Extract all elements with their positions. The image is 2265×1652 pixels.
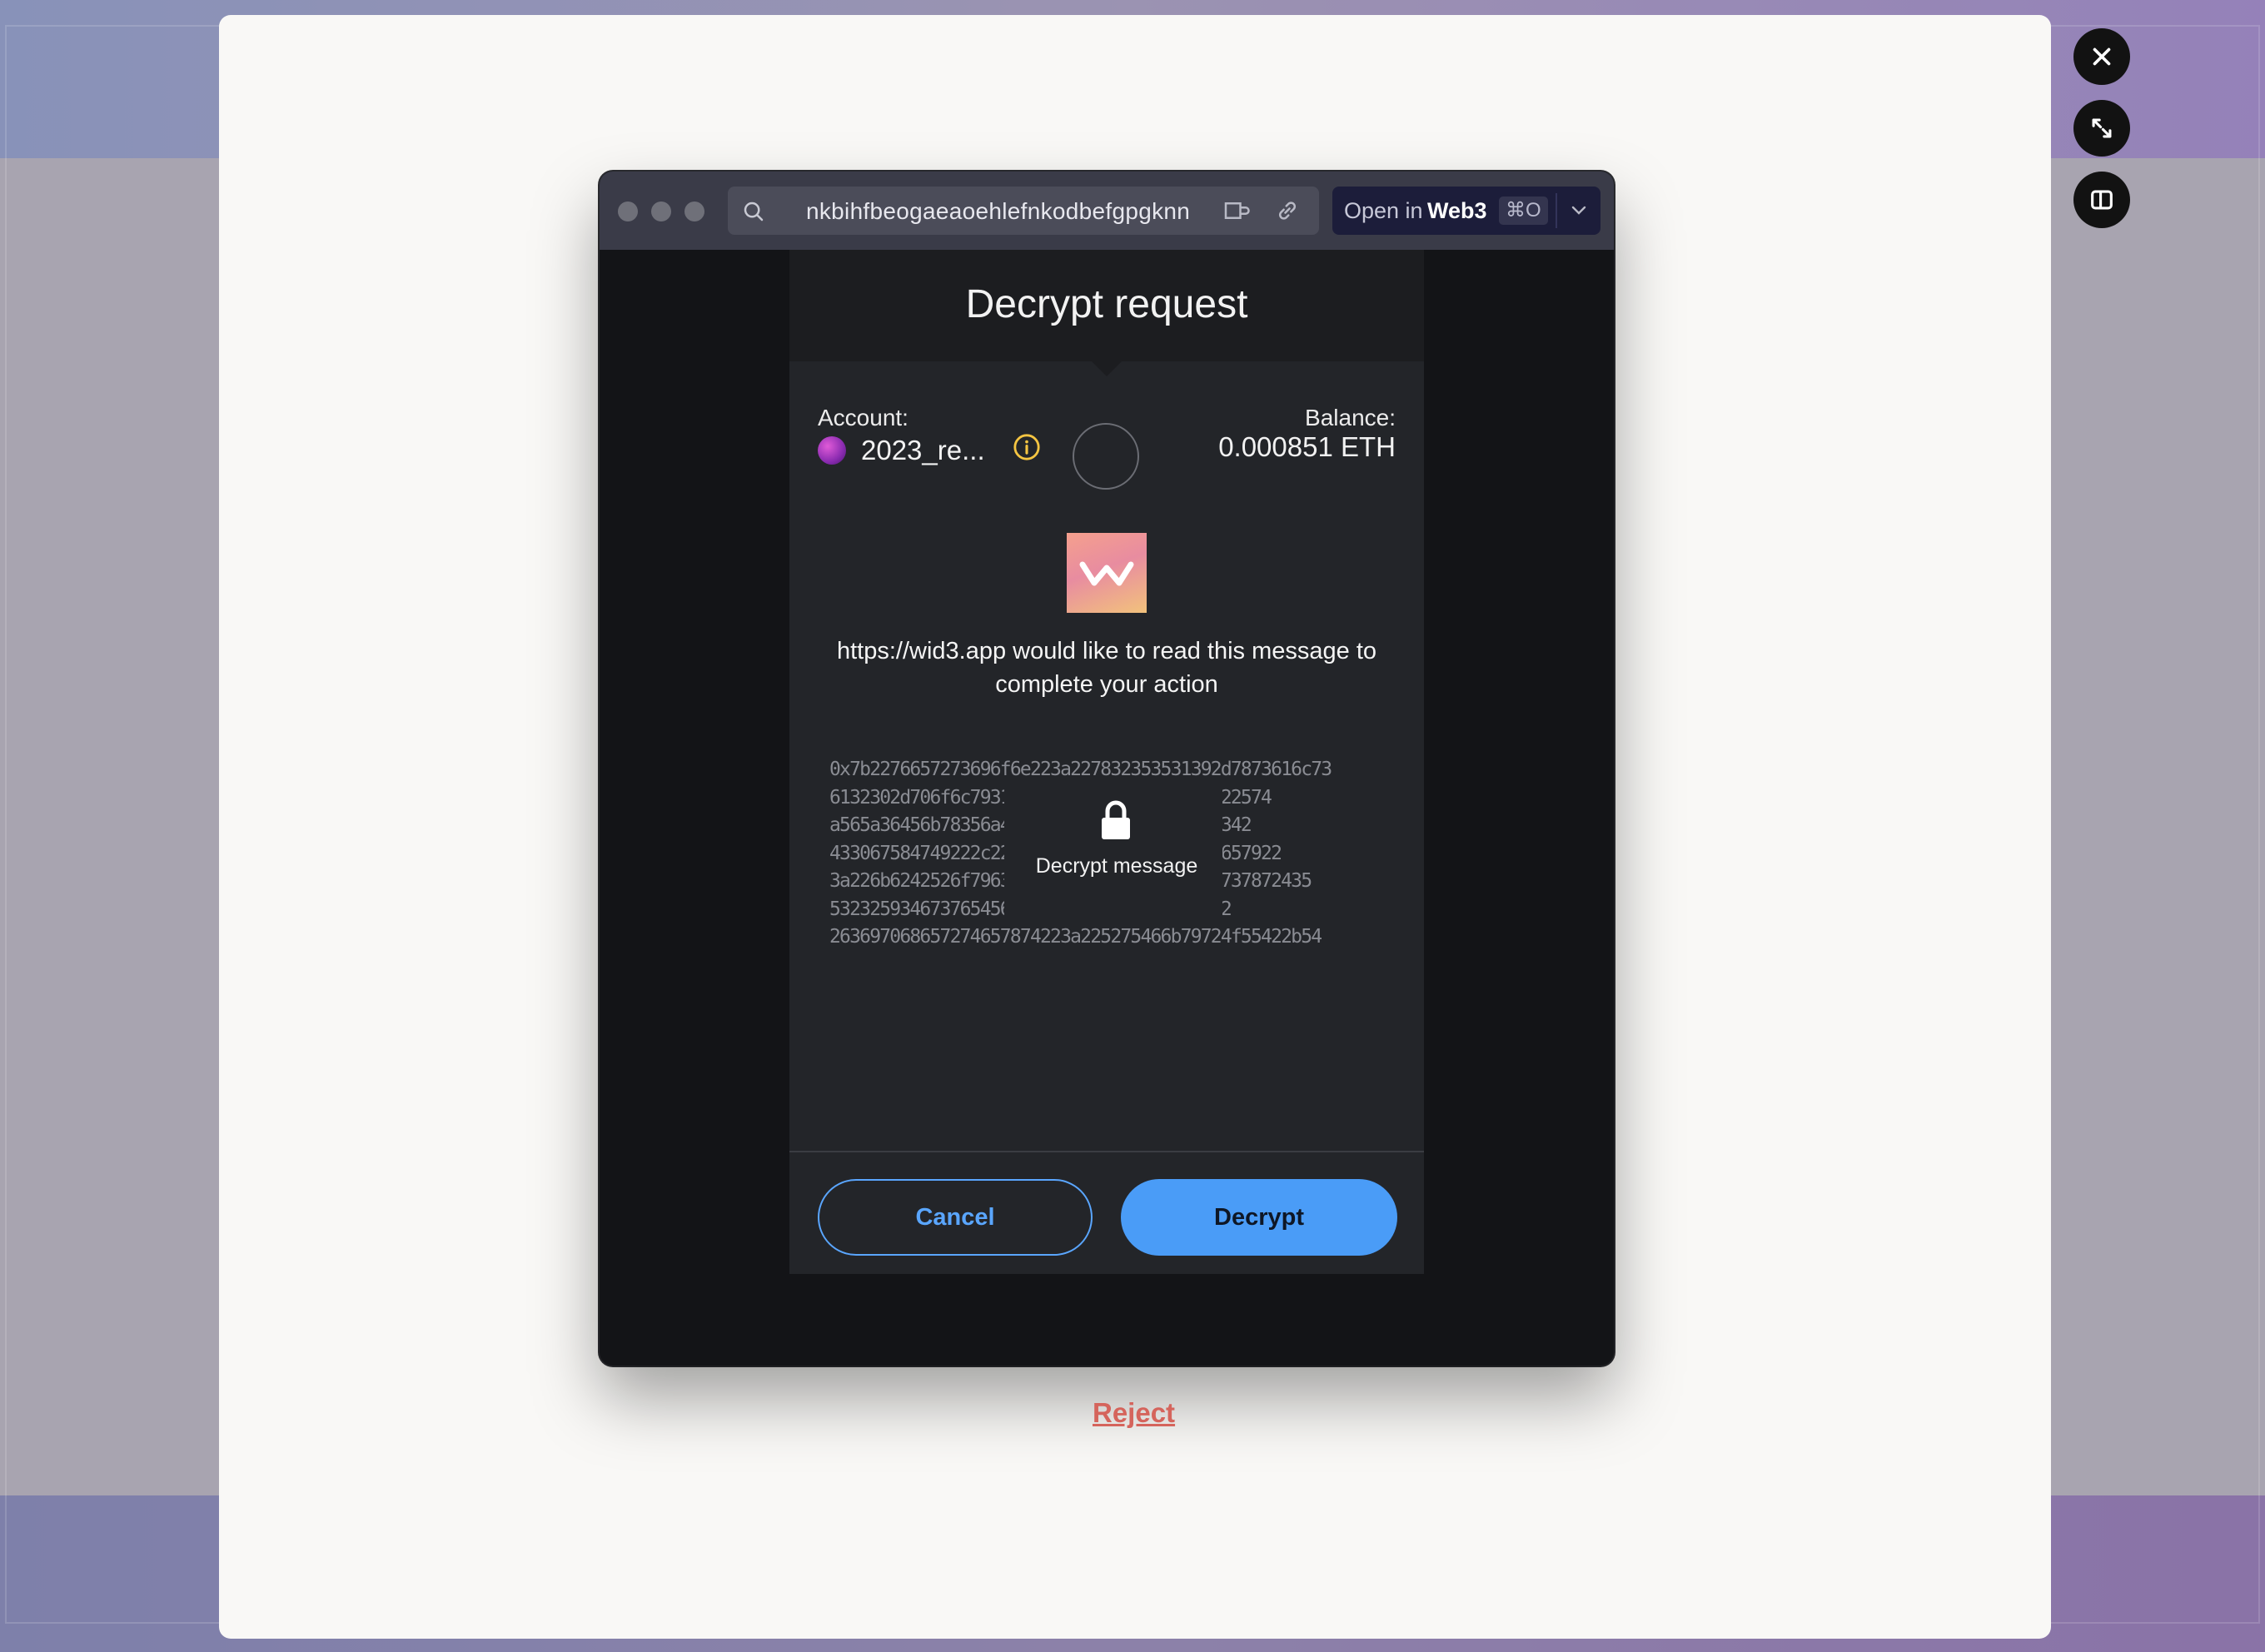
account-label: Account: (818, 405, 908, 430)
request-description: https://wid3.app would like to read this… (836, 638, 1377, 698)
close-button[interactable] (2073, 28, 2130, 85)
account-name: 2023_re... (861, 435, 985, 465)
split-view-button[interactable] (2073, 172, 2130, 228)
extension-icon[interactable] (1222, 198, 1254, 223)
info-icon[interactable] (1013, 433, 1041, 461)
balance-value: 0.000851 ETH (1218, 431, 1396, 462)
decrypt-message-button[interactable]: Decrypt message (979, 854, 1254, 878)
split-view-icon (2091, 190, 2113, 210)
window-minimize-dot[interactable] (651, 202, 671, 221)
balance-label: Balance: (1305, 405, 1396, 430)
account-avatar (818, 436, 846, 465)
open-in-divider (1556, 193, 1557, 228)
address-text: nkbihfbeogaeaoehlefnkodbefgpgknn (806, 198, 1191, 224)
window-titlebar: nkbihfbeogaeaoehlefnkodbefgpgknn Open in… (600, 172, 1614, 250)
close-icon (2093, 47, 2111, 66)
open-in-target: Web3 (1427, 198, 1487, 223)
cancel-button[interactable]: Cancel (818, 1179, 1093, 1256)
expand-button[interactable] (2073, 100, 2130, 157)
dialog-header: Decrypt request (789, 250, 1424, 361)
wid3-logo-icon (1079, 561, 1134, 586)
lock-icon[interactable] (1098, 799, 1134, 841)
reject-link[interactable]: Reject (1093, 1397, 1175, 1429)
decrypt-dialog: Decrypt request Account: 2023_re... Bala… (789, 250, 1424, 1274)
expand-icon (2092, 118, 2112, 138)
encrypted-line: 263697068657274657874223a225275466b79724… (829, 926, 1322, 948)
address-bar[interactable]: nkbihfbeogaeaoehlefnkodbefgpgknn (728, 187, 1319, 235)
window-zoom-dot[interactable] (684, 202, 704, 221)
chevron-down-icon[interactable] (1569, 203, 1589, 218)
extension-window: nkbihfbeogaeaoehlefnkodbefgpgknn Open in… (600, 172, 1614, 1366)
open-in-web3-button[interactable]: Open in Web3 ⌘O (1332, 187, 1600, 235)
origin-indicator (1073, 423, 1139, 490)
footer-divider (789, 1151, 1424, 1152)
window-close-dot[interactable] (618, 202, 638, 221)
site-logo (1067, 533, 1147, 613)
encrypted-line: 0x7b2276657273696f6e223a227832353531392d… (829, 759, 1332, 780)
header-notch (1090, 360, 1123, 376)
open-in-label: Open in (1344, 198, 1423, 223)
decrypt-button[interactable]: Decrypt (1121, 1179, 1397, 1256)
dialog-title: Decrypt request (965, 282, 1248, 326)
search-icon (744, 202, 764, 221)
link-icon[interactable] (1274, 198, 1301, 223)
shortcut-badge: ⌘O (1499, 197, 1548, 225)
